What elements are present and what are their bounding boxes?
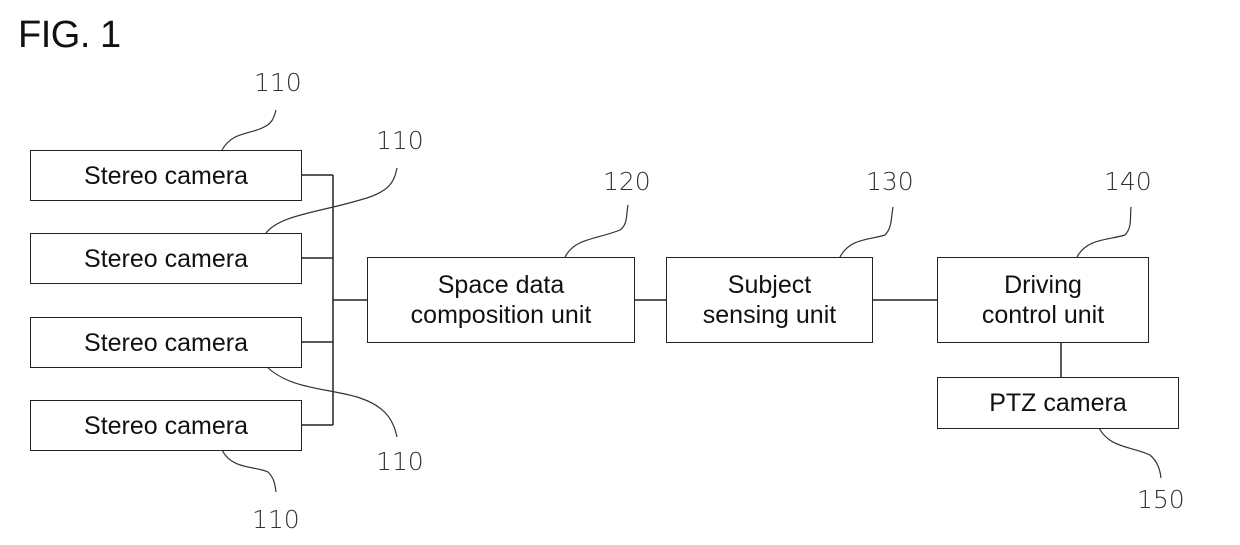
leader-120 xyxy=(564,204,629,258)
space-data-label-line2: composition unit xyxy=(410,301,592,329)
leader-130 xyxy=(839,206,894,258)
ptz-camera-label: PTZ camera xyxy=(989,389,1127,417)
leader-140 xyxy=(1076,206,1132,258)
subject-sensing-label-line1: Subject xyxy=(727,271,812,299)
stereo-camera-label: Stereo camera xyxy=(84,244,248,273)
ref-label-120: 120 xyxy=(603,167,651,196)
stereo-camera-label: Stereo camera xyxy=(84,161,248,190)
ref-label-150: 150 xyxy=(1137,485,1185,514)
subject-sensing-label-line2: sensing unit xyxy=(702,301,837,329)
leader-110-top xyxy=(221,109,277,151)
stereo-camera-label: Stereo camera xyxy=(84,328,248,357)
ref-label-110-third: 110 xyxy=(376,447,424,476)
ref-label-140: 140 xyxy=(1104,167,1152,196)
ref-label-110-bottom: 110 xyxy=(252,505,300,534)
space-data-label-line1: Space data xyxy=(437,271,565,299)
driving-control-unit-box: Driving control unit xyxy=(937,257,1149,343)
driving-control-label-line1: Driving xyxy=(1004,271,1082,299)
ref-label-130: 130 xyxy=(866,167,914,196)
leader-110-bottom xyxy=(221,449,277,493)
ref-label-110-second: 110 xyxy=(376,126,424,155)
driving-control-label-line2: control unit xyxy=(981,301,1105,329)
ref-label-110-top: 110 xyxy=(254,68,302,97)
subject-sensing-unit-box: Subject sensing unit xyxy=(666,257,873,343)
stereo-camera-label: Stereo camera xyxy=(84,411,248,440)
stereo-camera-box-4: Stereo camera xyxy=(30,400,302,451)
space-data-composition-unit-box: Space data composition unit xyxy=(367,257,635,343)
leader-150 xyxy=(1098,427,1162,479)
stereo-camera-box-2: Stereo camera xyxy=(30,233,302,284)
ptz-camera-box: PTZ camera xyxy=(937,377,1179,429)
stereo-camera-box-3: Stereo camera xyxy=(30,317,302,368)
stereo-camera-box-1: Stereo camera xyxy=(30,150,302,201)
